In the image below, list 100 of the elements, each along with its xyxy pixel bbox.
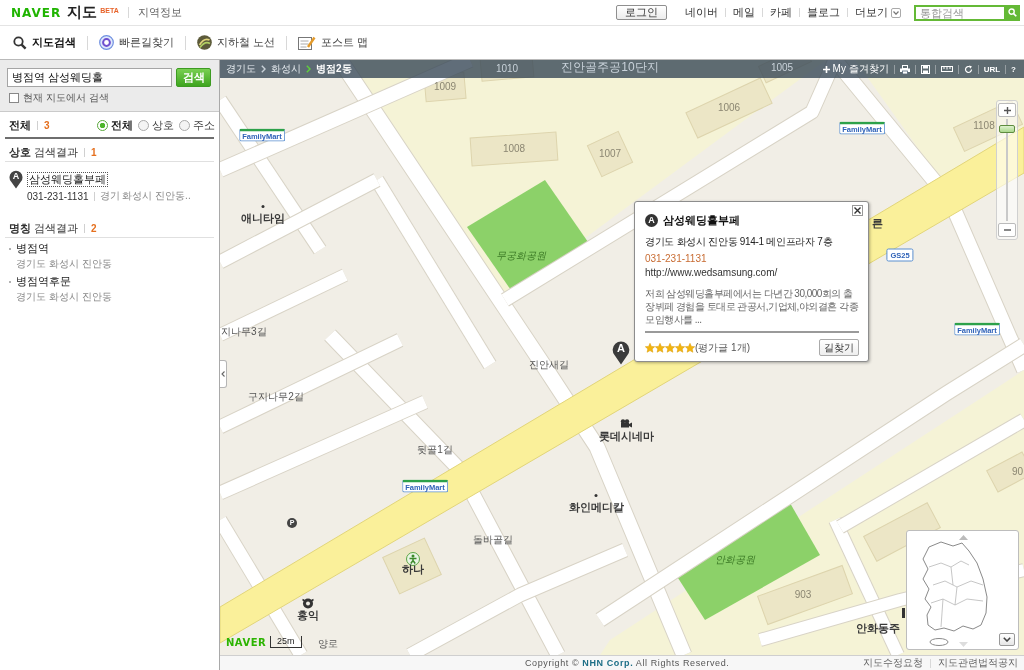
save-icon [920, 64, 930, 74]
place-label: 하나 [402, 562, 424, 576]
marker-letter: A [645, 214, 658, 227]
result-link[interactable]: 병점역후문 [16, 274, 71, 289]
building-number: 1009 [433, 81, 457, 93]
star-icon [645, 342, 655, 353]
breadcrumb-link[interactable]: 화성시 [271, 62, 301, 76]
road-label: 지나무3길 [221, 326, 267, 338]
dropdown-button[interactable] [999, 633, 1015, 646]
result-address: 경기 화성시 진안동.. [99, 189, 191, 203]
result-link[interactable]: 병점역 [16, 241, 49, 256]
point-icon [594, 494, 598, 497]
park-label: 무궁화공원 [496, 250, 546, 262]
road-label: 구지나무2길 [248, 391, 304, 403]
popup-phone: 031-231-1131 [645, 253, 708, 264]
result-count: 1 [91, 146, 97, 158]
favorites-button[interactable]: My 즐겨찾기 [820, 62, 891, 76]
plus-icon [822, 65, 830, 73]
scale-bar: 25m [270, 636, 302, 648]
building-number: 903 [794, 589, 812, 601]
place-label: 안화동주 [856, 621, 900, 635]
search-field[interactable]: 통합검색 [914, 4, 1004, 21]
tool-tab[interactable]: 지도검색 [4, 30, 85, 55]
radio-button[interactable] [138, 120, 149, 131]
popup-address: 경기도 화성시 진안동 914-1 메인프라자 7층 [645, 235, 834, 249]
footer-link[interactable]: 지도관련법적공지 [938, 656, 1018, 670]
breadcrumb-link[interactable]: 병점2동 [316, 62, 352, 76]
section-title: 전체 [9, 118, 31, 133]
radio-button[interactable] [179, 120, 190, 131]
naver-logo: NAVER [226, 637, 267, 648]
star-icon [665, 342, 675, 353]
up-arrow-icon[interactable] [959, 535, 968, 540]
building-number: 1108 [973, 120, 995, 132]
close-icon [854, 207, 861, 214]
service-link[interactable]: 네이버 [685, 5, 718, 20]
caret-icon [893, 10, 899, 15]
popup-title: 삼성웨딩홀부페 [663, 213, 740, 228]
search-icon [1007, 8, 1017, 17]
tool-tab[interactable]: 빠른길찾기 [90, 30, 183, 55]
minus-icon [1003, 229, 1011, 231]
tool-tab[interactable]: 지하철 노선 [188, 30, 285, 55]
notepad-icon [298, 35, 317, 50]
checkbox[interactable] [9, 93, 19, 103]
zoom-thumb[interactable] [999, 125, 1015, 134]
road-label: 뒷골1길 [417, 444, 453, 456]
directions-button[interactable]: 길찾기 [819, 339, 859, 356]
zoom-out-button[interactable] [998, 223, 1016, 237]
popup-url[interactable]: http://www.wedsamsung.com/ [645, 267, 859, 278]
zoom-in-button[interactable] [998, 103, 1016, 117]
print-button[interactable] [897, 62, 912, 76]
service-title: 지도 [67, 3, 98, 22]
service-link[interactable]: 메일 [733, 5, 755, 20]
footer-link[interactable]: 지도수정요청 [863, 656, 923, 670]
more-link[interactable]: 더보기 [855, 5, 888, 20]
dropdown-button[interactable] [891, 7, 901, 18]
search-button[interactable] [1004, 4, 1020, 21]
complex-label: 진안골주공10단지 [561, 61, 659, 75]
point-icon [261, 205, 265, 208]
collapse-handle[interactable] [220, 360, 227, 388]
map-pin[interactable]: A [612, 339, 630, 365]
service-link[interactable]: 카페 [770, 5, 792, 20]
service-link[interactable]: 블로그 [807, 5, 840, 20]
toolbar-button[interactable]: URL [981, 62, 1003, 76]
popup-description: 저희 삼성웨딩홀부페에서는 다년간 30,000회의 출장뷔페 경험을 토대로 관공서,기업체,야외결혼 각종 모임행사를 ... [645, 287, 859, 326]
login-button[interactable]: 로그인 [616, 5, 667, 20]
building-number: 1010 [495, 63, 519, 75]
ring-icon [99, 35, 114, 50]
group-title: 명칭 검색결과 [9, 220, 79, 236]
place-label: 른 [871, 216, 883, 230]
result-link[interactable]: 삼성웨딩홀부페 [27, 172, 108, 187]
road-label: 돌바골길 [473, 534, 513, 546]
breadcrumb-link[interactable]: 경기도 [226, 62, 256, 76]
result-count: 3 [44, 120, 50, 131]
ruler-icon [940, 66, 953, 72]
chevron-icon [221, 371, 225, 377]
star-icon [675, 342, 685, 353]
road-label: 진안새길 [529, 359, 569, 371]
save-button[interactable] [918, 62, 932, 76]
marker-pin[interactable]: A [9, 169, 23, 189]
building-number: 1007 [598, 148, 622, 160]
tool-tab[interactable]: 포스트 맵 [289, 30, 378, 55]
section-link[interactable]: 지역정보 [137, 5, 182, 20]
result-address: 경기도 화성시 진안동 [16, 290, 113, 304]
building-number: 1006 [717, 102, 741, 114]
review-count: (평가글 1개) [695, 340, 750, 355]
building-number: 90 [1011, 466, 1023, 478]
radio-button[interactable] [97, 120, 108, 131]
map-only-checkbox[interactable]: 현재 지도에서 검색 [9, 91, 212, 105]
filter-option[interactable]: 주소 [179, 118, 215, 133]
plus-icon [1003, 106, 1011, 114]
ring-icon [301, 598, 315, 609]
park-label: 안화공원 [715, 554, 755, 566]
close-button[interactable] [852, 205, 863, 216]
subway-icon [197, 35, 212, 50]
place-label: 롯데시네마 [598, 429, 654, 443]
filter-option[interactable]: 전체 [97, 118, 133, 133]
place-label: 홍익 [297, 608, 319, 622]
search-field[interactable]: 병점역 삼성웨딩홀 [7, 68, 172, 87]
toolbar-button[interactable]: ? [1009, 62, 1018, 76]
filter-option[interactable]: 상호 [138, 118, 174, 133]
